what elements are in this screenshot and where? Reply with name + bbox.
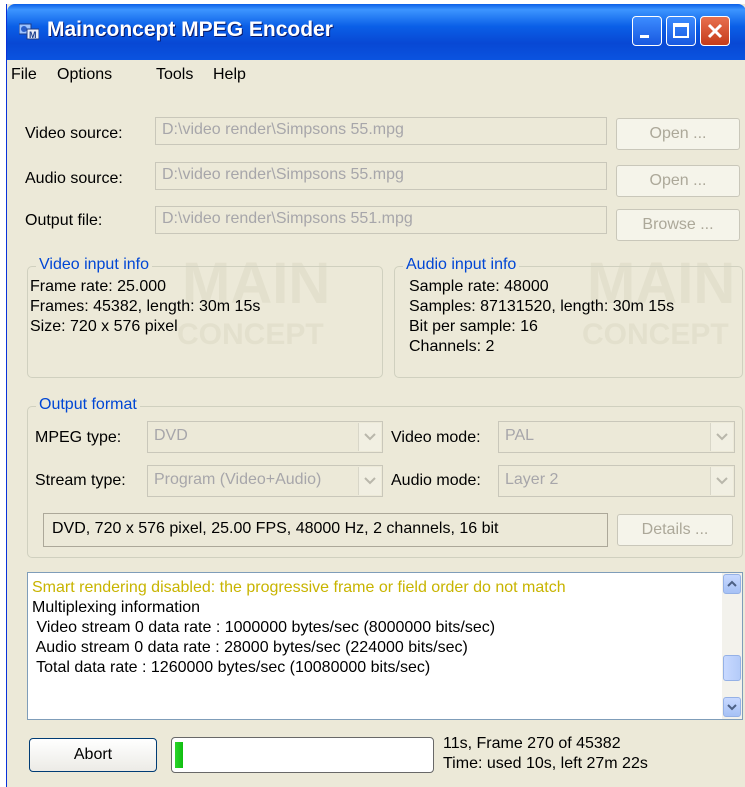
log-line: Total data rate : 1260000 bytes/sec (100… — [32, 659, 431, 676]
chevron-down-icon — [716, 477, 728, 485]
mpeg-type-select[interactable]: DVD — [147, 421, 383, 453]
log-panel[interactable]: Smart rendering disabled: the progressiv… — [27, 572, 743, 720]
audio-input-info-title: Audio input info — [403, 256, 520, 274]
output-format-summary: DVD, 720 x 576 pixel, 25.00 FPS, 48000 H… — [43, 513, 608, 547]
maximize-icon — [673, 23, 689, 38]
title-bar[interactable]: M Mainconcept MPEG Encoder — [7, 4, 745, 60]
chevron-down-icon — [716, 433, 728, 441]
video-input-info-group: Video input info Frame rate: 25.000 Fram… — [27, 256, 383, 378]
audio-open-button[interactable]: Open ... — [616, 165, 740, 197]
progress-fill — [175, 742, 183, 768]
stream-type-label: Stream type: — [35, 472, 126, 489]
audio-channels: Channels: 2 — [409, 338, 495, 355]
audio-bit-per-sample: Bit per sample: 16 — [409, 318, 538, 335]
audio-sample-rate: Sample rate: 48000 — [409, 278, 549, 295]
scroll-thumb[interactable] — [723, 655, 741, 681]
audio-mode-label: Audio mode: — [391, 472, 481, 489]
video-mode-label: Video mode: — [391, 429, 481, 446]
video-source-label: Video source: — [25, 125, 123, 142]
menu-options[interactable]: Options — [57, 66, 112, 84]
stream-type-select[interactable]: Program (Video+Audio) — [147, 465, 383, 497]
status-time: Time: used 10s, left 27m 22s — [443, 755, 648, 772]
log-warning-line: Smart rendering disabled: the progressiv… — [32, 579, 566, 596]
output-file-label: Output file: — [25, 212, 103, 229]
video-frame-rate: Frame rate: 25.000 — [30, 278, 167, 295]
stream-type-dropdown[interactable] — [358, 467, 381, 495]
scroll-up-button[interactable] — [723, 574, 741, 594]
chevron-down-icon — [364, 433, 376, 441]
audio-source-field[interactable]: D:\video render\Simpsons 55.mpg — [155, 162, 607, 190]
video-mode-select[interactable]: PAL — [498, 421, 735, 453]
encoder-window: M Mainconcept MPEG Encoder File Options … — [6, 4, 745, 787]
stream-type-value: Program (Video+Audio) — [154, 471, 322, 488]
menu-help[interactable]: Help — [213, 66, 246, 84]
video-open-button[interactable]: Open ... — [616, 118, 740, 150]
video-frames-length: Frames: 45382, length: 30m 15s — [30, 298, 261, 315]
output-file-field[interactable]: D:\video render\Simpsons 551.mpg — [155, 206, 607, 234]
log-line: Audio stream 0 data rate : 28000 bytes/s… — [32, 639, 468, 656]
menu-bar: File Options Tools Help — [7, 60, 745, 90]
mpeg-type-value: DVD — [154, 427, 188, 444]
maximize-button[interactable] — [666, 16, 696, 46]
chevron-up-icon — [727, 580, 737, 587]
audio-samples-length: Samples: 87131520, length: 30m 15s — [409, 298, 675, 315]
audio-source-label: Audio source: — [25, 170, 123, 187]
mainconcept-app-icon: M — [18, 22, 40, 40]
video-mode-dropdown[interactable] — [710, 423, 733, 451]
minimize-icon — [640, 35, 649, 38]
video-mode-value: PAL — [505, 427, 535, 444]
status-frame: 11s, Frame 270 of 45382 — [443, 735, 621, 752]
video-input-info-title: Video input info — [36, 256, 153, 274]
log-line: Video stream 0 data rate : 1000000 bytes… — [32, 619, 496, 636]
audio-mode-select[interactable]: Layer 2 — [498, 465, 735, 497]
encoding-progress-bar — [171, 737, 434, 773]
window-title: Mainconcept MPEG Encoder — [47, 18, 333, 41]
close-button[interactable] — [700, 16, 730, 46]
mpeg-type-dropdown[interactable] — [358, 423, 381, 451]
audio-mode-value: Layer 2 — [505, 471, 559, 488]
menu-tools[interactable]: Tools — [156, 66, 193, 84]
menu-file[interactable]: File — [11, 66, 37, 84]
output-format-title: Output format — [36, 396, 140, 414]
scroll-down-button[interactable] — [723, 697, 741, 717]
mpeg-type-label: MPEG type: — [35, 429, 122, 446]
browse-button[interactable]: Browse ... — [616, 209, 740, 241]
video-size: Size: 720 x 576 pixel — [30, 318, 178, 335]
log-scrollbar[interactable] — [722, 573, 742, 719]
svg-text:M: M — [29, 30, 37, 40]
close-icon — [707, 23, 723, 39]
audio-mode-dropdown[interactable] — [710, 467, 733, 495]
details-button[interactable]: Details ... — [617, 514, 733, 546]
video-source-field[interactable]: D:\video render\Simpsons 55.mpg — [155, 117, 607, 145]
minimize-button[interactable] — [632, 16, 662, 46]
audio-input-info-group: Audio input info Sample rate: 48000 Samp… — [394, 256, 743, 378]
abort-button[interactable]: Abort — [29, 738, 157, 772]
chevron-down-icon — [364, 477, 376, 485]
chevron-down-icon — [727, 704, 737, 711]
log-line: Multiplexing information — [32, 599, 201, 616]
